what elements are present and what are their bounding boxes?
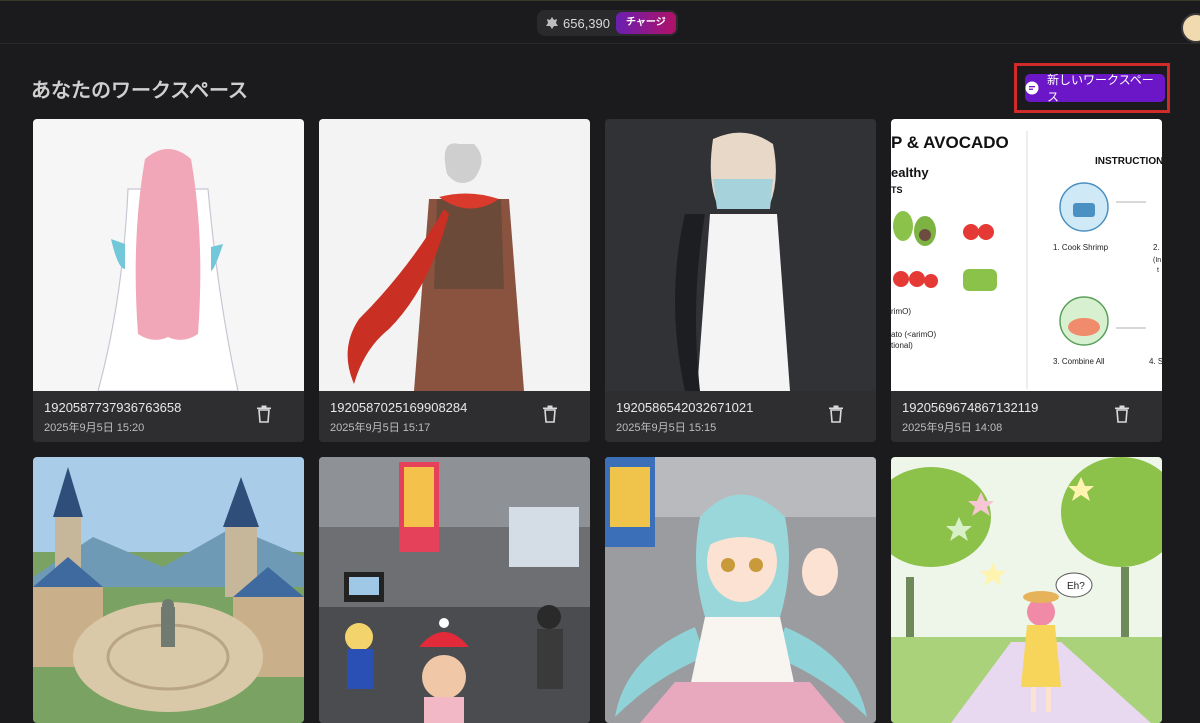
recipe-side1: rimO)	[891, 307, 911, 316]
workspace-card[interactable]: 1920587025169908284 2025年9月5日 15:17	[319, 119, 590, 442]
workspace-card[interactable]	[319, 457, 590, 723]
workspace-thumbnail[interactable]: P & AVOCADO ealthy TS INSTRUCTION rimO) …	[891, 119, 1162, 391]
workspace-date: 2025年9月5日 15:15	[616, 422, 717, 434]
workspace-thumbnail[interactable]: Eh?	[891, 457, 1162, 723]
workspace-id: 1920569674867132119	[902, 400, 1039, 415]
workspace-card[interactable]: P & AVOCADO ealthy TS INSTRUCTION rimO) …	[891, 119, 1162, 442]
recipe-in-note: (In	[1153, 257, 1161, 264]
new-workspace-button[interactable]: 新しいワークスペース	[1025, 73, 1165, 104]
trash-icon[interactable]	[1114, 405, 1130, 423]
charge-button[interactable]: チャージ	[616, 12, 676, 34]
workspace-thumbnail[interactable]	[319, 119, 590, 391]
recipe-sub: ealthy	[891, 165, 929, 180]
trash-icon[interactable]	[828, 405, 844, 423]
new-workspace-label: 新しいワークスペース	[1046, 73, 1154, 104]
recipe-title: P & AVOCADO	[891, 133, 1009, 152]
credits-value: 656,390	[563, 15, 610, 31]
coin-icon	[546, 17, 558, 29]
credits-display: 656,390 チャージ	[537, 10, 678, 36]
workspace-thumbnail[interactable]	[605, 119, 876, 391]
recipe-step2: 2.	[1153, 243, 1160, 252]
recipe-step1: 1. Cook Shrimp	[1053, 243, 1109, 252]
workspace-card[interactable]	[33, 457, 304, 723]
workspace-meta: 1920587025169908284 2025年9月5日 15:17	[319, 391, 590, 442]
recipe-side2: ato (<arimO)	[891, 330, 936, 339]
recipe-step4: 4. S	[1149, 357, 1162, 366]
workspace-thumbnail[interactable]	[605, 457, 876, 723]
recipe-instructions: INSTRUCTION	[1095, 156, 1162, 167]
workspace-card[interactable]: 1920587737936763658 2025年9月5日 15:20	[33, 119, 304, 442]
workspace-date: 2025年9月5日 14:08	[902, 422, 1003, 434]
workspace-thumbnail[interactable]	[33, 119, 304, 391]
workspace-meta: 1920569674867132119 2025年9月5日 14:08	[891, 391, 1162, 442]
workspace-card[interactable]: Eh?	[891, 457, 1162, 723]
speech-bubble-text: Eh?	[1067, 581, 1085, 592]
workspace-card[interactable]: 1920586542032671021 2025年9月5日 15:15	[605, 119, 876, 442]
recipe-step3: 3. Combine All	[1053, 357, 1105, 366]
workspace-thumbnail[interactable]	[319, 457, 590, 723]
workspace-date: 2025年9月5日 15:20	[44, 422, 145, 434]
workspace-thumbnail[interactable]	[33, 457, 304, 723]
trash-icon[interactable]	[256, 405, 272, 423]
page-title: あなたのワークスペース	[31, 80, 248, 102]
chat-bubble-icon	[1025, 81, 1039, 95]
workspace-meta: 1920587737936763658 2025年9月5日 15:20	[33, 391, 304, 442]
trash-icon[interactable]	[542, 405, 558, 423]
top-bar: 656,390 チャージ	[0, 0, 1200, 44]
recipe-t-note: t	[1157, 267, 1159, 274]
workspace-id: 1920587025169908284	[330, 400, 468, 415]
workspace-id: 1920587737936763658	[44, 400, 182, 415]
workspace-card[interactable]	[605, 457, 876, 723]
workspace-meta: 1920586542032671021 2025年9月5日 15:15	[605, 391, 876, 442]
workspace-date: 2025年9月5日 15:17	[330, 422, 431, 434]
recipe-side3: tional)	[891, 341, 913, 350]
user-avatar[interactable]	[1181, 13, 1200, 43]
recipe-sub2: TS	[891, 185, 903, 195]
workspace-id: 1920586542032671021	[616, 400, 754, 415]
